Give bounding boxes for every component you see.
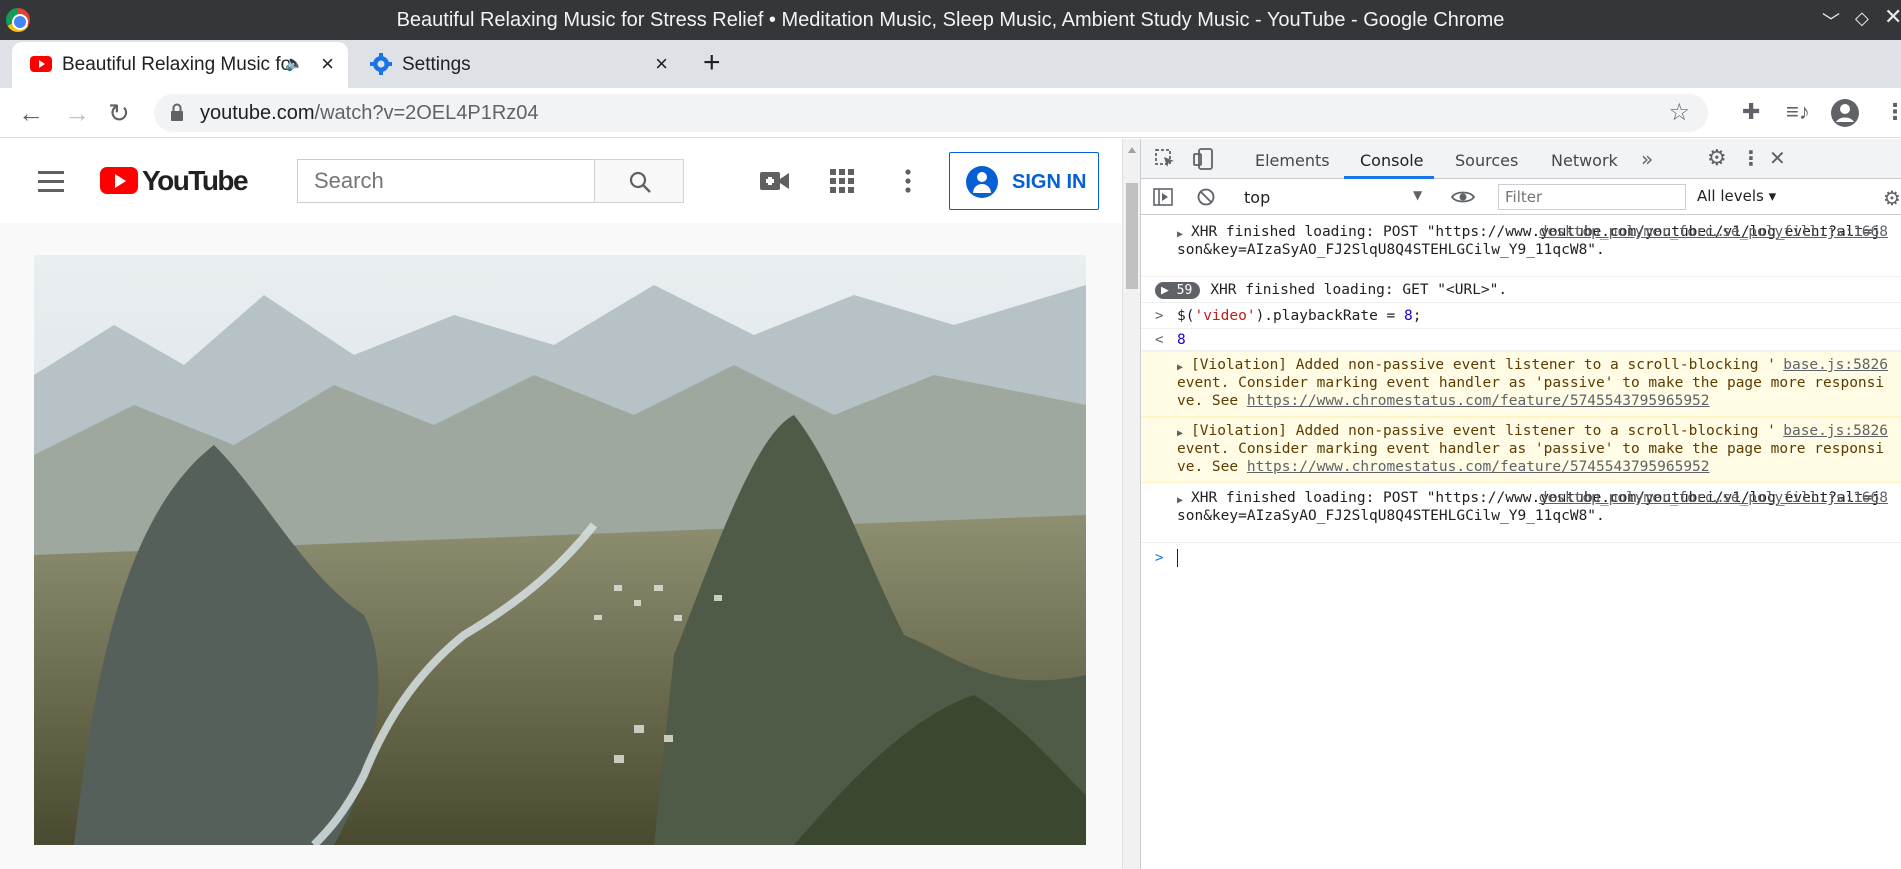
console-message[interactable]: ▶ XHR finished loading: POST "https://ww… [1141, 483, 1901, 543]
console-input-echo: > $('video').playbackRate = 8; [1141, 303, 1901, 329]
close-window-icon[interactable]: ✕ [1884, 4, 1901, 30]
scroll-up-arrow-icon[interactable] [1128, 147, 1136, 153]
youtube-header: YouTube GR SI [0, 139, 1122, 223]
tab-strip: Beautiful Relaxing Music for Stress Reli… [0, 40, 1901, 118]
clear-console-icon[interactable] [1197, 188, 1215, 206]
device-toolbar-icon[interactable] [1193, 148, 1215, 170]
search-button[interactable] [594, 159, 684, 203]
close-tab-icon[interactable]: × [321, 51, 334, 77]
tab-label: Settings [402, 54, 471, 75]
devtools-panel: Elements Console Sources Network » ⚙ ⋮ ✕… [1140, 139, 1901, 869]
video-player[interactable] [34, 255, 1086, 845]
console-result: < 8 [1141, 329, 1901, 351]
tab-console[interactable]: Console [1360, 151, 1424, 170]
context-dropdown-arrow-icon[interactable]: ▼ [1413, 188, 1422, 202]
expand-triangle-icon[interactable]: ▶ [1177, 425, 1183, 443]
scrollbar-thumb[interactable] [1126, 183, 1138, 289]
live-expression-eye-icon[interactable] [1451, 189, 1475, 205]
bookmark-star-icon[interactable]: ☆ [1668, 98, 1690, 127]
repeat-count-badge: ▶ 59 [1155, 282, 1201, 299]
reload-icon[interactable]: ↻ [108, 98, 130, 129]
console-warning[interactable]: ▶ [Violation] Added non-passive event li… [1141, 351, 1901, 417]
youtube-logo-text: YouTube [142, 165, 249, 196]
media-controls-icon[interactable]: ≡♪ [1786, 99, 1810, 125]
devtools-menu-icon[interactable]: ⋮ [1741, 146, 1761, 170]
console-prompt[interactable]: > [1141, 543, 1901, 571]
youtube-favicon-icon [30, 56, 52, 72]
console-warning[interactable]: ▶ [Violation] Added non-passive event li… [1141, 417, 1901, 483]
search-icon [629, 171, 651, 193]
tab-settings[interactable]: Settings × [352, 42, 682, 88]
lock-icon[interactable] [170, 103, 184, 121]
search-input[interactable] [298, 160, 594, 202]
create-video-icon[interactable] [760, 171, 790, 191]
profile-avatar-icon[interactable] [1830, 98, 1860, 128]
tab-youtube[interactable]: Beautiful Relaxing Music for Stress Reli… [12, 42, 348, 88]
extensions-puzzle-icon[interactable]: ✚ [1742, 99, 1760, 125]
address-bar[interactable]: youtube.com/watch?v=2OEL4P1Rz04 ☆ [154, 94, 1708, 132]
url-text[interactable]: youtube.com/watch?v=2OEL4P1Rz04 [200, 102, 539, 125]
inspect-element-icon[interactable] [1155, 149, 1175, 169]
video-frame-landscape [34, 255, 1086, 845]
message-text: XHR finished loading: GET "<URL>". [1210, 282, 1508, 298]
devtools-tabbar: Elements Console Sources Network » ⚙ ⋮ ✕ [1141, 139, 1901, 179]
input-prompt-icon: > [1155, 308, 1164, 324]
console-message[interactable]: ▶ 59 XHR finished loading: GET "<URL>". [1141, 277, 1901, 303]
console-filter-input[interactable] [1498, 184, 1686, 210]
log-levels-dropdown[interactable]: All levels ▾ [1697, 187, 1776, 205]
settings-gear-icon [370, 53, 392, 75]
console-message[interactable]: ▶ XHR finished loading: POST "https://ww… [1141, 215, 1901, 277]
message-link[interactable]: https://www.chromestatus.com/feature/574… [1247, 393, 1710, 409]
window-titlebar: Beautiful Relaxing Music for Stress Reli… [0, 0, 1901, 40]
tab-label: Beautiful Relaxing Music for Stress Reli… [62, 54, 290, 75]
text-cursor [1177, 549, 1178, 567]
speaker-icon[interactable]: 🔈 [285, 54, 304, 72]
message-source-link[interactable]: desktop_polymer_forc…se_polyfill.js:1668 [1531, 223, 1888, 241]
browser-toolbar: ← → ↻ youtube.com/watch?v=2OEL4P1Rz04 ☆ … [0, 88, 1901, 138]
url-path: /watch?v=2OEL4P1Rz04 [314, 102, 539, 124]
url-host: youtube.com [200, 102, 315, 124]
forward-arrow-icon[interactable]: → [64, 98, 90, 129]
message-source-link[interactable]: base.js:5826 [1775, 422, 1888, 440]
expand-triangle-icon[interactable]: ▶ [1177, 226, 1183, 244]
execution-context-select[interactable]: top [1244, 188, 1270, 207]
minimize-icon[interactable]: ﹀ [1822, 8, 1840, 34]
expand-triangle-icon[interactable]: ▶ [1177, 359, 1183, 377]
console-prompt-icon: > [1155, 550, 1164, 566]
result-arrow-icon: < [1155, 332, 1164, 348]
tab-sources[interactable]: Sources [1455, 151, 1518, 170]
message-source-link[interactable]: desktop_polymer_forc…se_polyfill.js:1668 [1531, 489, 1888, 507]
devtools-settings-gear-icon[interactable]: ⚙ [1707, 146, 1727, 171]
youtube-page: YouTube GR SI [0, 139, 1122, 869]
expand-triangle-icon[interactable]: ▶ [1177, 492, 1183, 510]
tab-network[interactable]: Network [1551, 151, 1618, 170]
back-arrow-icon[interactable]: ← [18, 98, 44, 129]
more-tabs-icon[interactable]: » [1641, 147, 1653, 171]
window-title: Beautiful Relaxing Music for Stress Reli… [396, 9, 1505, 31]
more-options-icon[interactable] [905, 169, 911, 193]
console-filter-bar: top ▼ All levels ▾ ⚙ [1141, 179, 1901, 215]
result-value: 8 [1177, 332, 1186, 348]
search-box[interactable] [297, 159, 595, 203]
message-link[interactable]: https://www.chromestatus.com/feature/574… [1247, 459, 1710, 475]
youtube-play-icon [100, 167, 138, 194]
tab-elements[interactable]: Elements [1255, 151, 1330, 170]
sign-in-label: SIGN IN [1012, 171, 1087, 193]
close-devtools-icon[interactable]: ✕ [1769, 146, 1786, 170]
console-settings-gear-icon[interactable]: ⚙ [1883, 186, 1901, 210]
new-tab-icon[interactable]: + [703, 46, 721, 80]
account-icon [966, 166, 998, 198]
sign-in-button[interactable]: SIGN IN [949, 152, 1099, 210]
console-messages: ▶ XHR finished loading: POST "https://ww… [1141, 215, 1901, 571]
menu-icon[interactable] [38, 171, 64, 198]
maximize-icon[interactable]: ◇ [1855, 8, 1869, 29]
page-scrollbar[interactable] [1122, 139, 1140, 869]
close-tab-icon[interactable]: × [655, 51, 668, 77]
chrome-menu-icon[interactable]: ⋮ [1884, 99, 1901, 125]
message-source-link[interactable]: base.js:5826 [1775, 356, 1888, 374]
show-sidebar-icon[interactable] [1153, 188, 1173, 206]
apps-grid-icon[interactable] [830, 169, 854, 193]
